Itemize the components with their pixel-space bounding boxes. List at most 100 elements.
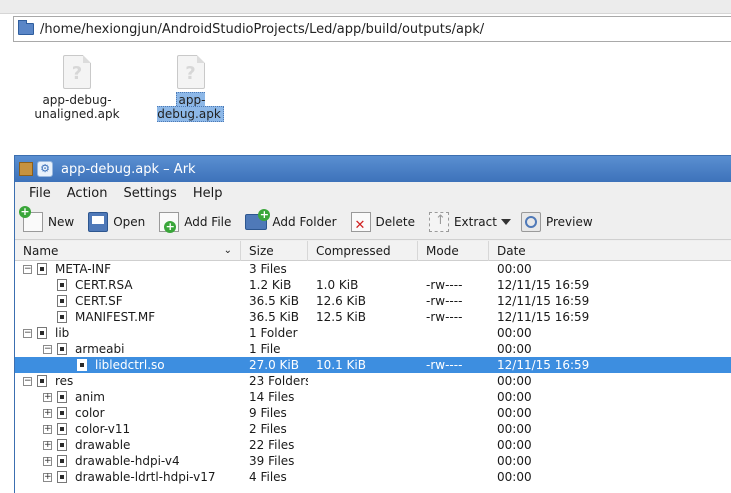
delete-button[interactable]: Delete xyxy=(350,211,415,233)
preview-icon xyxy=(520,211,541,232)
expand-icon[interactable]: + xyxy=(43,440,52,450)
table-row[interactable]: CERT.RSA 1.2 KiB 1.0 KiB -rw---- 12/11/15 16… xyxy=(15,277,731,293)
cell-mode: -rw---- xyxy=(426,358,463,372)
cell-date: 00:00 xyxy=(497,470,532,484)
table-row[interactable]: − res 23 Folders 00:00 xyxy=(15,373,731,389)
cell-name: MANIFEST.MF xyxy=(15,309,241,325)
file-item-app-debug-unaligned[interactable]: app-debug- unaligned.apk xyxy=(32,55,122,121)
cell-date: 00:00 xyxy=(497,454,532,468)
extract-dropdown-icon[interactable] xyxy=(500,218,511,225)
expand-icon[interactable]: + xyxy=(43,472,52,482)
folder-icon xyxy=(18,20,34,35)
table-row[interactable]: + anim 14 Files 00:00 xyxy=(15,389,731,405)
cell-size: 23 Folders xyxy=(249,374,308,388)
cell-compressed: 1.0 KiB xyxy=(316,278,359,292)
ark-app-icon[interactable]: ⚙ xyxy=(37,161,53,177)
collapse-icon[interactable]: − xyxy=(43,344,52,354)
cell-name: + anim xyxy=(15,389,241,405)
cell-date: 00:00 xyxy=(497,390,532,404)
cell-size: 3 Files xyxy=(249,262,287,276)
expand-icon[interactable]: + xyxy=(43,408,52,418)
column-header-compressed[interactable]: Compressed xyxy=(308,241,418,261)
new-button[interactable]: New xyxy=(19,205,74,232)
cell-name: − res xyxy=(15,373,241,389)
table-row[interactable]: + drawable 22 Files 00:00 xyxy=(15,437,731,453)
ark-titlebar[interactable]: ⚙ app-debug.apk – Ark xyxy=(15,156,731,182)
cell-size: 36.5 KiB xyxy=(249,294,299,308)
cell-compressed: 12.5 KiB xyxy=(316,310,366,324)
table-row[interactable]: + color-v11 2 Files 00:00 xyxy=(15,421,731,437)
cell-date: 00:00 xyxy=(497,438,532,452)
open-label: Open xyxy=(113,214,146,229)
collapse-icon[interactable]: − xyxy=(23,376,32,386)
preview-button[interactable]: Preview xyxy=(520,211,593,232)
add-file-button[interactable]: Add File xyxy=(159,211,231,233)
expand-icon[interactable]: + xyxy=(43,424,52,434)
cell-compressed xyxy=(308,453,418,469)
cell-size: 1.2 KiB xyxy=(249,278,292,292)
folder-icon xyxy=(37,375,47,387)
cell-size: 39 Files xyxy=(249,454,295,468)
folder-icon xyxy=(57,391,67,403)
delete-label: Delete xyxy=(375,214,415,229)
file-item-app-debug[interactable]: app-debug.apk xyxy=(143,55,238,122)
cell-date: 00:00 xyxy=(497,406,532,420)
file-icon xyxy=(57,311,67,323)
table-row[interactable]: libledctrl.so 27.0 KiB 10.1 KiB -rw---- 12/1… xyxy=(15,357,731,373)
table-row[interactable]: + drawable-hdpi-v4 39 Files 00:00 xyxy=(15,453,731,469)
cell-date: 12/11/15 16:59 xyxy=(497,358,590,372)
menu-action[interactable]: Action xyxy=(67,186,108,201)
row-name-label: MANIFEST.MF xyxy=(75,310,156,324)
expand-icon[interactable]: + xyxy=(43,392,52,402)
expand-icon[interactable]: + xyxy=(43,456,52,466)
cell-name: libledctrl.so xyxy=(15,357,241,373)
table-row[interactable]: − armeabi 1 File 00:00 xyxy=(15,341,731,357)
top-strip xyxy=(0,0,731,14)
location-path[interactable]: /home/hexiongjun/AndroidStudioProjects/L… xyxy=(40,22,484,37)
cell-compressed xyxy=(308,325,418,341)
location-bar[interactable]: /home/hexiongjun/AndroidStudioProjects/L… xyxy=(13,16,731,42)
cell-size: 22 Files xyxy=(249,438,295,452)
file-icon xyxy=(57,295,67,307)
table-row[interactable]: CERT.SF 36.5 KiB 12.6 KiB -rw---- 12/11/15 1… xyxy=(15,293,731,309)
table-row[interactable]: − META-INF 3 Files 00:00 xyxy=(15,261,731,277)
open-button[interactable]: Open xyxy=(88,211,146,232)
cell-compressed xyxy=(308,421,418,437)
table-row[interactable]: MANIFEST.MF 36.5 KiB 12.5 KiB -rw---- 12/11/… xyxy=(15,309,731,325)
menu-file[interactable]: File xyxy=(29,186,51,201)
table-row[interactable]: − lib 1 Folder 00:00 xyxy=(15,325,731,341)
cell-compressed xyxy=(308,373,418,389)
column-header-date[interactable]: Date xyxy=(489,241,731,261)
toolbar: New Open Add File Add Folder Delete Extr… xyxy=(15,204,731,240)
collapse-icon[interactable]: − xyxy=(23,264,32,274)
cell-mode: -rw---- xyxy=(426,310,463,324)
cell-size: 36.5 KiB xyxy=(249,310,299,324)
cell-mode: -rw---- xyxy=(426,294,463,308)
menu-bar: File Action Settings Help xyxy=(15,182,731,204)
extract-button[interactable]: Extract xyxy=(428,211,497,232)
table-row[interactable]: + drawable-ldrtl-hdpi-v17 4 Files 00:00 xyxy=(15,469,731,485)
unknown-file-icon xyxy=(63,55,91,89)
cell-size: 1 Folder xyxy=(249,326,298,340)
collapse-icon[interactable]: − xyxy=(23,328,32,338)
cell-date: 00:00 xyxy=(497,374,532,388)
menu-settings[interactable]: Settings xyxy=(123,186,176,201)
menu-help[interactable]: Help xyxy=(193,186,223,201)
table-row[interactable]: + color 9 Files 00:00 xyxy=(15,405,731,421)
cell-mode xyxy=(418,453,489,469)
folder-icon xyxy=(57,471,67,483)
extract-label: Extract xyxy=(453,214,497,229)
file-label: app-debug.apk xyxy=(157,92,224,122)
table-body: − META-INF 3 Files 00:00 CERT.RSA 1.2 KiB 1.0 … xyxy=(15,261,731,485)
cell-date: 00:00 xyxy=(497,342,532,356)
cell-size: 14 Files xyxy=(249,390,295,404)
cell-mode xyxy=(418,437,489,453)
cell-mode xyxy=(418,325,489,341)
column-header-mode[interactable]: Mode xyxy=(418,241,489,261)
add-folder-button[interactable]: Add Folder xyxy=(245,208,337,230)
column-header-name[interactable]: Name ⌄ xyxy=(15,241,241,261)
file-view: app-debug- unaligned.apk app-debug.apk xyxy=(0,43,731,163)
column-header-size[interactable]: Size xyxy=(241,241,308,261)
folder-icon xyxy=(57,343,67,355)
row-name-label: CERT.SF xyxy=(75,294,123,308)
